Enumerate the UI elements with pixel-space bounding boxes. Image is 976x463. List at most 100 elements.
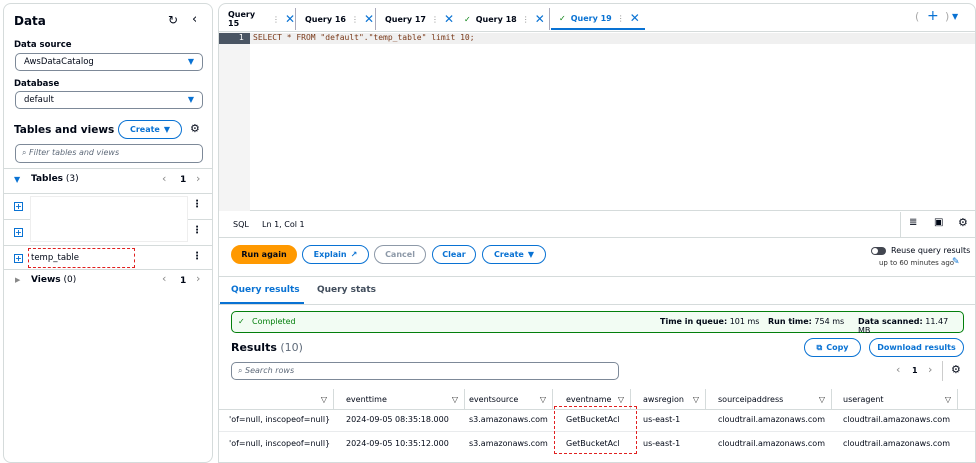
close-icon[interactable]: ✕	[364, 12, 374, 26]
column-header[interactable]: awsregion ▽	[631, 389, 706, 409]
sort-icon[interactable]: ▽	[819, 395, 825, 404]
expand-views-icon[interactable]: ▶	[15, 276, 20, 284]
column-header[interactable]: ▽	[219, 389, 334, 409]
cancel-button[interactable]: Cancel	[374, 245, 426, 264]
data-source-label: Data source	[14, 40, 72, 50]
tab-query-19[interactable]: ✓ Query 19 ⋮ ✕	[551, 8, 645, 30]
database-select[interactable]: default ▼	[15, 91, 203, 109]
sql-code[interactable]: SELECT * FROM "default"."temp_table" lim…	[253, 33, 475, 42]
settings-icon[interactable]: ⚙	[958, 216, 968, 229]
database-value: default	[24, 95, 54, 105]
column-header[interactable]: useragent ▽	[832, 389, 958, 409]
more-actions-icon[interactable]: ⋮	[192, 251, 202, 262]
clear-button[interactable]: Clear	[432, 245, 476, 264]
cell: cloudtrail.amazonaws.com	[718, 415, 825, 424]
search-rows-input[interactable]: ⌕ Search rows	[231, 362, 619, 380]
cursor-position: Ln 1, Col 1	[262, 220, 305, 229]
column-label: awsregion	[643, 394, 684, 404]
sort-icon[interactable]: ▽	[945, 395, 951, 404]
queue-value: 101 ms	[729, 317, 760, 326]
filter-tables-input[interactable]: ⌕ Filter tables and views	[15, 144, 203, 163]
run-time-value: 754 ms	[814, 317, 845, 326]
reuse-results-toggle[interactable]	[871, 247, 886, 255]
tab-label: Query 17	[385, 14, 426, 24]
language-label: SQL	[233, 220, 249, 229]
create-label: Create	[129, 125, 160, 134]
highlight-box	[554, 406, 637, 454]
add-tab-icon[interactable]: +	[927, 8, 939, 24]
filter-placeholder: Filter tables and views	[29, 148, 120, 157]
copy-label: Copy	[826, 343, 849, 352]
next-page-icon[interactable]: ›	[928, 363, 932, 376]
tab-label: Query 19	[570, 13, 612, 23]
tab-query-18[interactable]: ✓ Query 18 ⋮ ✕	[456, 8, 550, 30]
explain-label: Explain	[313, 250, 347, 259]
tab-query-16[interactable]: Query 16 ⋮ ✕	[297, 8, 376, 30]
next-page-icon[interactable]: ›	[196, 272, 200, 285]
expand-table-icon[interactable]: +	[14, 202, 23, 211]
results-count: (10)	[280, 341, 303, 354]
prev-page-icon[interactable]: ‹	[162, 272, 166, 285]
tables-page: 1	[180, 175, 187, 185]
run-again-button[interactable]: Run again	[231, 245, 297, 264]
create-button[interactable]: Create ▼	[482, 245, 546, 264]
check-circle-icon: ✓	[238, 317, 245, 326]
expand-table-icon[interactable]: +	[14, 228, 23, 237]
column-header[interactable]: sourceipaddress ▽	[706, 389, 832, 409]
close-icon[interactable]: ✕	[535, 12, 545, 26]
gear-icon[interactable]: ⚙	[190, 122, 200, 135]
tabs-menu-icon[interactable]: ▼	[952, 12, 958, 21]
sort-icon[interactable]: ▽	[618, 395, 624, 404]
format-icon[interactable]: ≣	[909, 217, 917, 228]
line-number: 1	[219, 33, 250, 44]
sort-icon[interactable]: ▽	[693, 395, 699, 404]
prev-page-icon[interactable]: ‹	[896, 363, 900, 376]
close-icon[interactable]: ✕	[630, 11, 640, 25]
data-panel: Data ↻ ‹ Data source AwsDataCatalog ▼ Dat…	[3, 3, 213, 463]
refresh-icon[interactable]: ↻	[168, 13, 178, 27]
copy-button[interactable]: ⧉ Copy	[804, 338, 861, 357]
results-title: Results	[231, 341, 277, 354]
table-settings-icon[interactable]: ⚙	[951, 363, 961, 376]
sort-icon[interactable]: ▽	[452, 395, 458, 404]
prev-page-icon[interactable]: ‹	[162, 172, 166, 185]
cell: 'of=null, inscopeof=null}	[229, 439, 331, 448]
sql-editor[interactable]: 1 SELECT * FROM "default"."temp_table" l…	[219, 31, 975, 211]
status-text: Completed	[252, 317, 296, 326]
views-count: (0)	[63, 275, 77, 285]
column-header[interactable]: eventsource ▽	[465, 389, 553, 409]
close-icon[interactable]: ✕	[444, 12, 454, 26]
scroll-tabs-left-icon[interactable]: (	[915, 10, 919, 23]
close-icon[interactable]: ✕	[285, 12, 295, 26]
sort-icon[interactable]: ▽	[540, 395, 546, 404]
next-page-icon[interactable]: ›	[196, 172, 200, 185]
tab-query-15[interactable]: Query 15 ⋮ ✕	[220, 8, 296, 30]
download-results-button[interactable]: Download results	[869, 338, 964, 357]
more-actions-icon[interactable]: ⋮	[192, 225, 202, 236]
collapse-icon[interactable]: ‹	[192, 12, 197, 27]
more-actions-icon[interactable]: ⋮	[192, 199, 202, 210]
sort-icon[interactable]: ▽	[321, 395, 327, 404]
divider	[4, 168, 212, 169]
panel-title: Data	[14, 14, 46, 28]
explain-button[interactable]: Explain ↗	[302, 245, 369, 264]
keyboard-icon[interactable]: ▣	[934, 217, 943, 228]
scroll-tabs-right-icon[interactable]: )	[945, 10, 949, 23]
tab-query-stats[interactable]: Query stats	[317, 285, 376, 295]
redacted-table-names	[30, 196, 188, 242]
expand-tables-icon[interactable]: ▼	[14, 175, 20, 184]
create-table-button[interactable]: Create ▼	[118, 120, 182, 139]
table-item-temp-table[interactable]: temp_table	[31, 253, 79, 263]
column-header[interactable]: eventtime ▽	[334, 389, 465, 409]
check-circle-icon: ✓	[464, 14, 471, 24]
edit-icon[interactable]: ✎	[952, 257, 960, 267]
data-source-select[interactable]: AwsDataCatalog ▼	[15, 53, 203, 71]
status-banner: ✓ Completed Time in queue: 101 ms Run ti…	[231, 311, 964, 335]
external-link-icon: ↗	[350, 250, 358, 259]
expand-table-icon[interactable]: +	[14, 254, 23, 263]
search-icon: ⌕	[22, 148, 27, 157]
search-icon: ⌕	[238, 366, 243, 375]
tab-query-17[interactable]: Query 17 ⋮ ✕	[377, 8, 455, 30]
tab-query-results[interactable]: Query results	[231, 285, 300, 295]
cell: cloudtrail.amazonaws.com	[843, 415, 950, 424]
